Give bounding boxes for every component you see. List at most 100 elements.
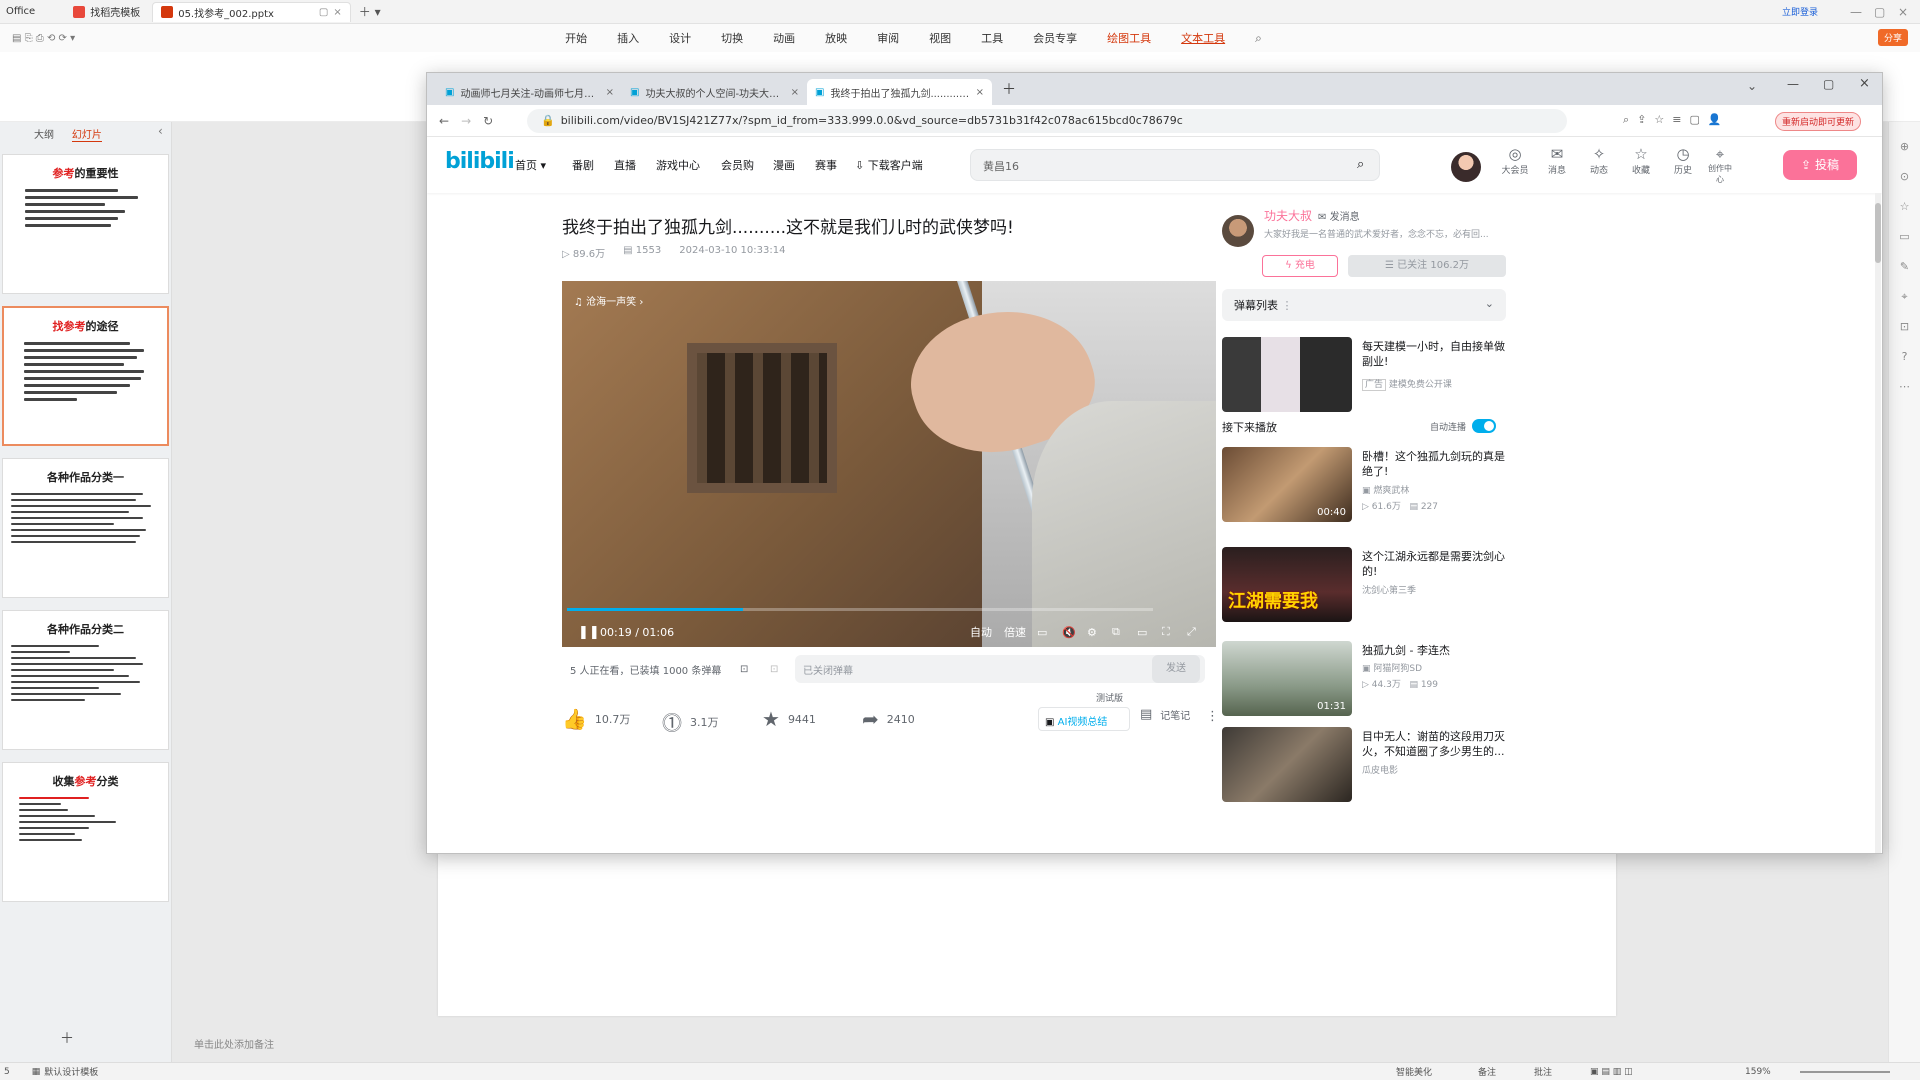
nav-match[interactable]: 赛事 (815, 157, 837, 173)
header-history[interactable]: ◷ 历史 (1663, 145, 1703, 176)
menu-insert[interactable]: 插入 (617, 30, 639, 46)
menu-member[interactable]: 会员专享 (1033, 30, 1077, 46)
menu-tools[interactable]: 工具 (981, 30, 1003, 46)
coin-button[interactable]: ⓵ 3.1万 (662, 707, 719, 736)
header-message[interactable]: ✉ 消息 (1537, 145, 1577, 176)
danmaku-list-panel[interactable]: 弹幕列表 ⋮ ⌄ (1222, 289, 1506, 321)
speed-button[interactable]: 倍速 (1004, 624, 1026, 640)
scrollbar-thumb[interactable] (1875, 203, 1881, 263)
office-app-tab[interactable]: Office (6, 6, 35, 17)
search-icon[interactable]: ⌕ (1357, 157, 1364, 172)
danmaku-settings-icon[interactable]: ⊡ (770, 664, 778, 675)
reload-icon[interactable]: ↻ (483, 114, 493, 128)
subtitle-icon[interactable]: ▭ (1037, 626, 1047, 639)
window-icon[interactable]: ▢ (319, 7, 328, 18)
danmaku-toggle-icon[interactable]: ⊡ (740, 664, 748, 675)
settings-icon[interactable]: ⚙ (1087, 626, 1097, 639)
slide-thumb-3[interactable]: 各种作品分类一 (2, 458, 169, 598)
danmaku-send-button[interactable]: 发送 (1152, 655, 1200, 683)
rec-item[interactable]: 00:40 卧槽！这个独孤九剑玩的真是绝了! ▣ 燃爽武林 ▷ 61.6万 ▤ … (1222, 447, 1512, 527)
header-creator[interactable]: ⌖ 创作中心 (1705, 145, 1735, 185)
close-icon[interactable]: × (333, 7, 341, 18)
slide-thumb-2[interactable]: 找参考的途径 (2, 306, 169, 446)
notes-button[interactable]: ▤ 记笔记 (1140, 707, 1190, 722)
add-slide-icon[interactable]: ＋ (60, 1028, 74, 1048)
wps-tab-pptx[interactable]: 05.找参考_002.pptx ▢ × (152, 1, 351, 22)
rec-item[interactable]: 江湖需要我 这个江湖永远都是需要沈剑心的! 沈剑心第三季 (1222, 547, 1512, 627)
toggle-switch[interactable] (1472, 419, 1497, 433)
charge-button[interactable]: ϟ 充电 (1262, 255, 1338, 277)
rec-item[interactable]: 01:31 独孤九剑 - 李连杰 ▣ 阿猫阿狗SD ▷ 44.3万 ▤ 199 (1222, 641, 1512, 721)
pip-icon[interactable]: ⧉ (1112, 625, 1120, 639)
nav-download[interactable]: ⇩ 下载客户端 (855, 157, 923, 173)
maximize-icon[interactable]: ▢ (1874, 5, 1885, 19)
url-field[interactable]: 🔒 bilibili.com/video/BV1SJ421Z77x/?spm_id… (527, 109, 1567, 133)
menu-text-tools[interactable]: 文本工具 (1181, 30, 1225, 46)
share-button[interactable]: 分享 (1878, 29, 1909, 46)
header-vip[interactable]: ◎ 大会员 (1495, 145, 1535, 176)
search-icon[interactable]: ⌕ (1255, 31, 1262, 46)
uploader-avatar[interactable] (1222, 215, 1254, 247)
message-button[interactable]: ✉ 发消息 (1318, 208, 1360, 223)
status-beautify[interactable]: 智能美化 (1396, 1065, 1432, 1078)
ai-summary-button[interactable]: ▣ AI视频总结 (1038, 707, 1130, 731)
slide-thumb-5[interactable]: 收集参考分类 (2, 762, 169, 902)
user-avatar[interactable] (1451, 152, 1481, 182)
maximize-icon[interactable]: ▢ (1823, 77, 1834, 91)
close-icon[interactable]: × (791, 87, 799, 98)
tab-outline[interactable]: 大纲 (34, 130, 54, 141)
nav-manga[interactable]: 漫画 (773, 157, 795, 173)
wps-tab-template[interactable]: 找稻壳模板 (65, 2, 148, 22)
notes-placeholder[interactable]: 单击此处添加备注 (194, 1036, 274, 1051)
danmaku-input[interactable]: 已关闭弹幕 发送 (795, 655, 1205, 683)
tab-menu-icon[interactable]: ⌄ (1747, 79, 1757, 93)
menu-draw-tools[interactable]: 绘图工具 (1107, 30, 1151, 46)
nav-anime[interactable]: 番剧 (572, 157, 594, 173)
view-icons[interactable]: ▣ ▤ ▥ ◫ (1590, 1067, 1633, 1077)
pause-button[interactable]: ❚❚ (578, 625, 600, 640)
rec-item[interactable]: 目中无人：谢苗的这段用刀灭火，不知道圈了多少男生的... 瓜皮电影 (1222, 727, 1512, 807)
browser-tab-3[interactable]: ▣ 我终于拍出了独孤九剑..........这... × (807, 79, 992, 105)
follow-button[interactable]: ☰ 已关注 106.2万 (1348, 255, 1506, 277)
new-tab-icon[interactable]: ＋ (1002, 79, 1016, 99)
webfullscreen-icon[interactable]: ⛶ (1162, 625, 1170, 639)
close-icon[interactable]: × (1898, 5, 1908, 19)
back-icon[interactable]: ← (439, 114, 449, 128)
header-dynamic[interactable]: ✧ 动态 (1579, 145, 1619, 176)
nav-home[interactable]: 首页 ▾ (515, 157, 546, 173)
favorite-button[interactable]: ★ 9441 (762, 707, 816, 731)
header-favorites[interactable]: ☆ 收藏 (1621, 145, 1661, 176)
video-player[interactable]: ♫ 沧海一声笑 › ❚❚ 00:19 / 01:06 自动 倍速 ▭ 🔇 ⚙ ⧉… (562, 281, 1216, 647)
browser-tool-icons[interactable]: ⌕⇪☆≡▢👤 (1623, 113, 1730, 127)
new-tab-icon[interactable]: ＋ ▾ (359, 3, 381, 20)
update-button[interactable]: 重新启动即可更新 (1775, 112, 1862, 131)
tab-slides[interactable]: 幻灯片 (71, 130, 102, 142)
menu-review[interactable]: 审阅 (877, 30, 899, 46)
more-icon[interactable]: ⋮ (1206, 709, 1219, 724)
nav-mall[interactable]: 会员购 (721, 157, 754, 173)
widescreen-icon[interactable]: ▭ (1137, 626, 1147, 639)
search-input[interactable]: 黄昌16 (970, 149, 1380, 181)
minimize-icon[interactable]: — (1787, 77, 1799, 91)
status-template[interactable]: 默认设计模板 (44, 1065, 98, 1078)
nav-game[interactable]: 游戏中心 (656, 157, 700, 173)
collapse-icon[interactable]: ‹ (158, 124, 163, 138)
share-button[interactable]: ➦ 2410 (862, 707, 915, 731)
close-icon[interactable]: × (1859, 76, 1870, 91)
nav-live[interactable]: 直播 (614, 157, 636, 173)
rail-tools[interactable]: ⊕ ⊙ ☆ ▭ ✎ ⌖ ⊡? ⋯ (1889, 122, 1920, 402)
menu-animation[interactable]: 动画 (773, 30, 795, 46)
music-tag[interactable]: ♫ 沧海一声笑 › (574, 293, 643, 308)
status-notes[interactable]: 备注 (1478, 1065, 1496, 1078)
zoom-level[interactable]: 159% (1745, 1067, 1771, 1077)
like-button[interactable]: 👍 10.7万 (562, 707, 630, 731)
minimize-icon[interactable]: — (1850, 5, 1862, 19)
slide-thumb-1[interactable]: 参考的重要性 (2, 154, 169, 294)
page-scrollbar[interactable] (1875, 193, 1881, 853)
menu-start[interactable]: 开始 (565, 30, 587, 46)
quality-button[interactable]: 自动 (970, 624, 992, 640)
menu-slideshow[interactable]: 放映 (825, 30, 847, 46)
menu-view[interactable]: 视图 (929, 30, 951, 46)
forward-icon[interactable]: → (461, 114, 471, 128)
fullscreen-icon[interactable]: ⤢ (1187, 625, 1196, 639)
